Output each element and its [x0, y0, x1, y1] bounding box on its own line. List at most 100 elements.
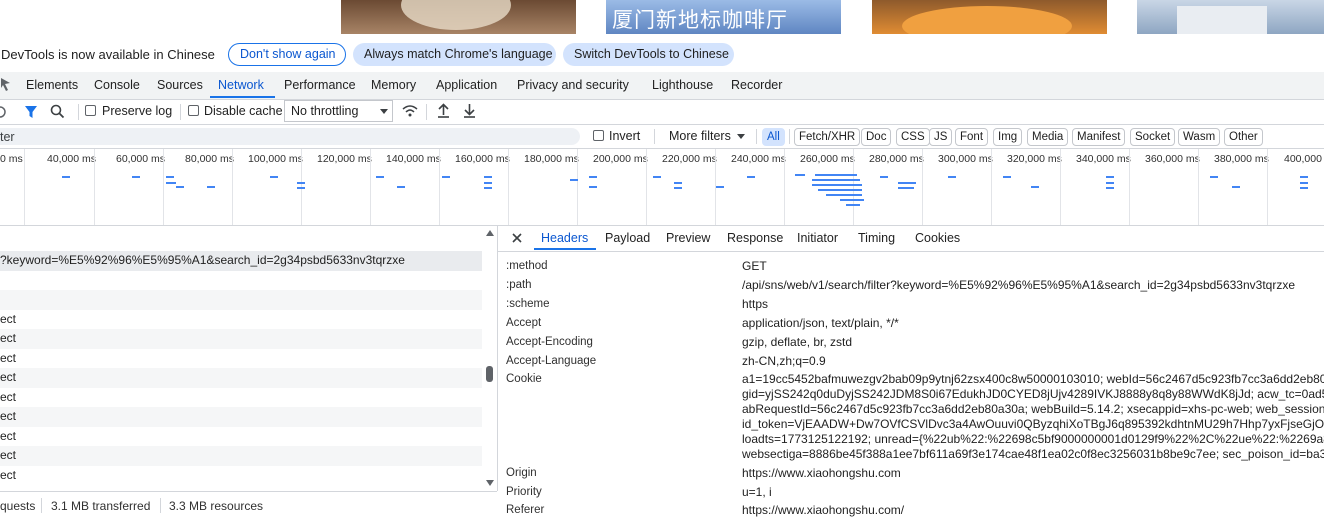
table-row[interactable]: ect [0, 426, 482, 446]
infobar-message: DevTools is now available in Chinese [1, 47, 215, 62]
requests-count: quests [0, 499, 36, 513]
inspect-icon[interactable] [1, 78, 11, 92]
header-value: https [742, 297, 769, 311]
filter-chip-wasm[interactable]: Wasm [1178, 128, 1221, 146]
import-har-icon[interactable] [437, 103, 450, 118]
tab-lighthouse[interactable]: Lighthouse [652, 78, 713, 92]
request-list: ?keyword=%E5%92%96%E5%95%A1&search_id=2g… [0, 226, 498, 491]
table-row[interactable]: ect [0, 446, 482, 466]
overview-mark [716, 186, 724, 188]
overview-mark [589, 186, 597, 188]
xiamen-cafe-thumb[interactable]: 厦门新地标咖啡厅 [606, 0, 841, 34]
tab-preview[interactable]: Preview [666, 231, 710, 245]
more-filters-button[interactable]: More filters [669, 129, 731, 143]
scroll-up-icon[interactable] [486, 230, 494, 236]
filter-chip-socket[interactable]: Socket [1130, 128, 1176, 146]
filter-chip-manifest[interactable]: Manifest [1072, 128, 1126, 146]
tick-label: 220,000 ms [662, 153, 717, 165]
tab-performance[interactable]: Performance [284, 78, 356, 92]
tab-network[interactable]: Network [218, 78, 264, 92]
scrollbar-thumb[interactable] [486, 366, 493, 382]
preserve-log-checkbox[interactable] [85, 105, 96, 116]
seaside-building-thumb[interactable] [1137, 0, 1324, 34]
tab-console[interactable]: Console [94, 78, 140, 92]
tick-label: 240,000 ms [731, 153, 786, 165]
tick-label: 0 ms [0, 153, 23, 165]
request-list-scrollbar[interactable] [483, 226, 497, 491]
filter-chip-other[interactable]: Other [1224, 128, 1263, 146]
tab-elements[interactable]: Elements [26, 78, 78, 92]
header-value: GET [742, 259, 767, 273]
invert-checkbox[interactable] [593, 130, 604, 141]
table-row[interactable] [0, 270, 482, 290]
table-row[interactable]: ect [0, 368, 482, 388]
tab-sources[interactable]: Sources [157, 78, 203, 92]
table-row[interactable]: ect [0, 348, 482, 368]
request-name: ect [0, 370, 17, 384]
tab-payload[interactable]: Payload [605, 231, 650, 245]
table-row[interactable]: ect [0, 407, 482, 427]
always-match-language-button[interactable]: Always match Chrome's language [353, 43, 556, 66]
overview-mark [570, 179, 578, 181]
transferred-size: 3.1 MB transferred [51, 499, 151, 513]
overview-mark [207, 186, 215, 188]
overview-mark [176, 186, 184, 188]
tab-response[interactable]: Response [727, 231, 783, 245]
tab-memory[interactable]: Memory [371, 78, 416, 92]
overview-mark [948, 176, 956, 178]
tab-cookies[interactable]: Cookies [915, 231, 960, 245]
filter-icon[interactable] [24, 105, 38, 119]
filter-input[interactable]: ter [0, 128, 580, 145]
clear-icon[interactable] [0, 105, 8, 119]
coffee-latte-thumb[interactable] [341, 0, 576, 34]
export-har-icon[interactable] [463, 103, 476, 118]
cookie-value-line: id_token=VjEAADW+Dw7OVfCSVlDvc3a4AwOuuvi… [742, 417, 1324, 431]
request-name: ect [0, 428, 17, 443]
network-overview[interactable]: 0 ms 40,000 ms 60,000 ms 80,000 ms 100,0… [0, 149, 1324, 226]
orange-drink-thumb[interactable] [872, 0, 1107, 34]
tab-headers[interactable]: Headers [541, 231, 588, 245]
table-row[interactable]: ect [0, 465, 482, 485]
scroll-down-icon[interactable] [486, 480, 494, 486]
switch-devtools-language-button[interactable]: Switch DevTools to Chinese [563, 43, 734, 66]
thumb-caption: 厦门新地标咖啡厅 [612, 8, 788, 32]
filter-chip-img[interactable]: Img [993, 128, 1023, 146]
disable-cache-checkbox[interactable] [188, 105, 199, 116]
close-icon[interactable] [512, 233, 522, 243]
network-conditions-icon[interactable] [402, 104, 418, 118]
filter-chip-js[interactable]: JS [929, 128, 953, 146]
filter-chip-doc[interactable]: Doc [861, 128, 892, 146]
filter-input-text: ter [0, 130, 15, 144]
dont-show-again-button[interactable]: Don't show again [228, 43, 346, 66]
table-row-selected[interactable]: ?keyword=%E5%92%96%E5%95%A1&search_id=2g… [0, 251, 482, 271]
tab-recorder[interactable]: Recorder [731, 78, 782, 92]
filter-chip-media[interactable]: Media [1027, 128, 1069, 146]
overview-mark [840, 199, 864, 201]
overview-mark [442, 176, 450, 178]
cookie-value-line: websectiga=8886be45f388a1ee7bf611a69f3e1… [742, 447, 1324, 461]
filter-chip-all[interactable]: All [762, 128, 785, 146]
tab-initiator[interactable]: Initiator [797, 231, 838, 245]
overview-mark [818, 189, 862, 191]
tick-label: 400,000 ms [1284, 153, 1324, 165]
overview-mark [747, 176, 755, 178]
header-value: https://www.xiaohongshu.com/ [742, 503, 905, 517]
filter-chip-fetch-xhr[interactable]: Fetch/XHR [794, 128, 861, 146]
table-row[interactable]: ect [0, 387, 482, 407]
search-icon[interactable] [50, 104, 65, 119]
tick-label: 300,000 ms [938, 153, 993, 165]
filter-chip-css[interactable]: CSS [896, 128, 930, 146]
tab-privacy-security[interactable]: Privacy and security [517, 78, 629, 92]
active-tab-indicator [210, 96, 275, 98]
tab-timing[interactable]: Timing [858, 231, 895, 245]
overview-mark [1003, 176, 1011, 178]
cookie-value-line: abRequestId=56c2467d5c923fb7cc3a6dd2eb80… [742, 402, 1324, 416]
table-row[interactable]: ect [0, 329, 482, 349]
tab-application[interactable]: Application [436, 78, 497, 92]
table-row[interactable] [0, 290, 482, 310]
overview-mark [589, 176, 597, 178]
table-row[interactable]: ect [0, 309, 482, 329]
filter-chip-font[interactable]: Font [955, 128, 989, 146]
throttling-select[interactable]: No throttling [284, 100, 393, 122]
tick-label: 80,000 ms [185, 153, 235, 165]
